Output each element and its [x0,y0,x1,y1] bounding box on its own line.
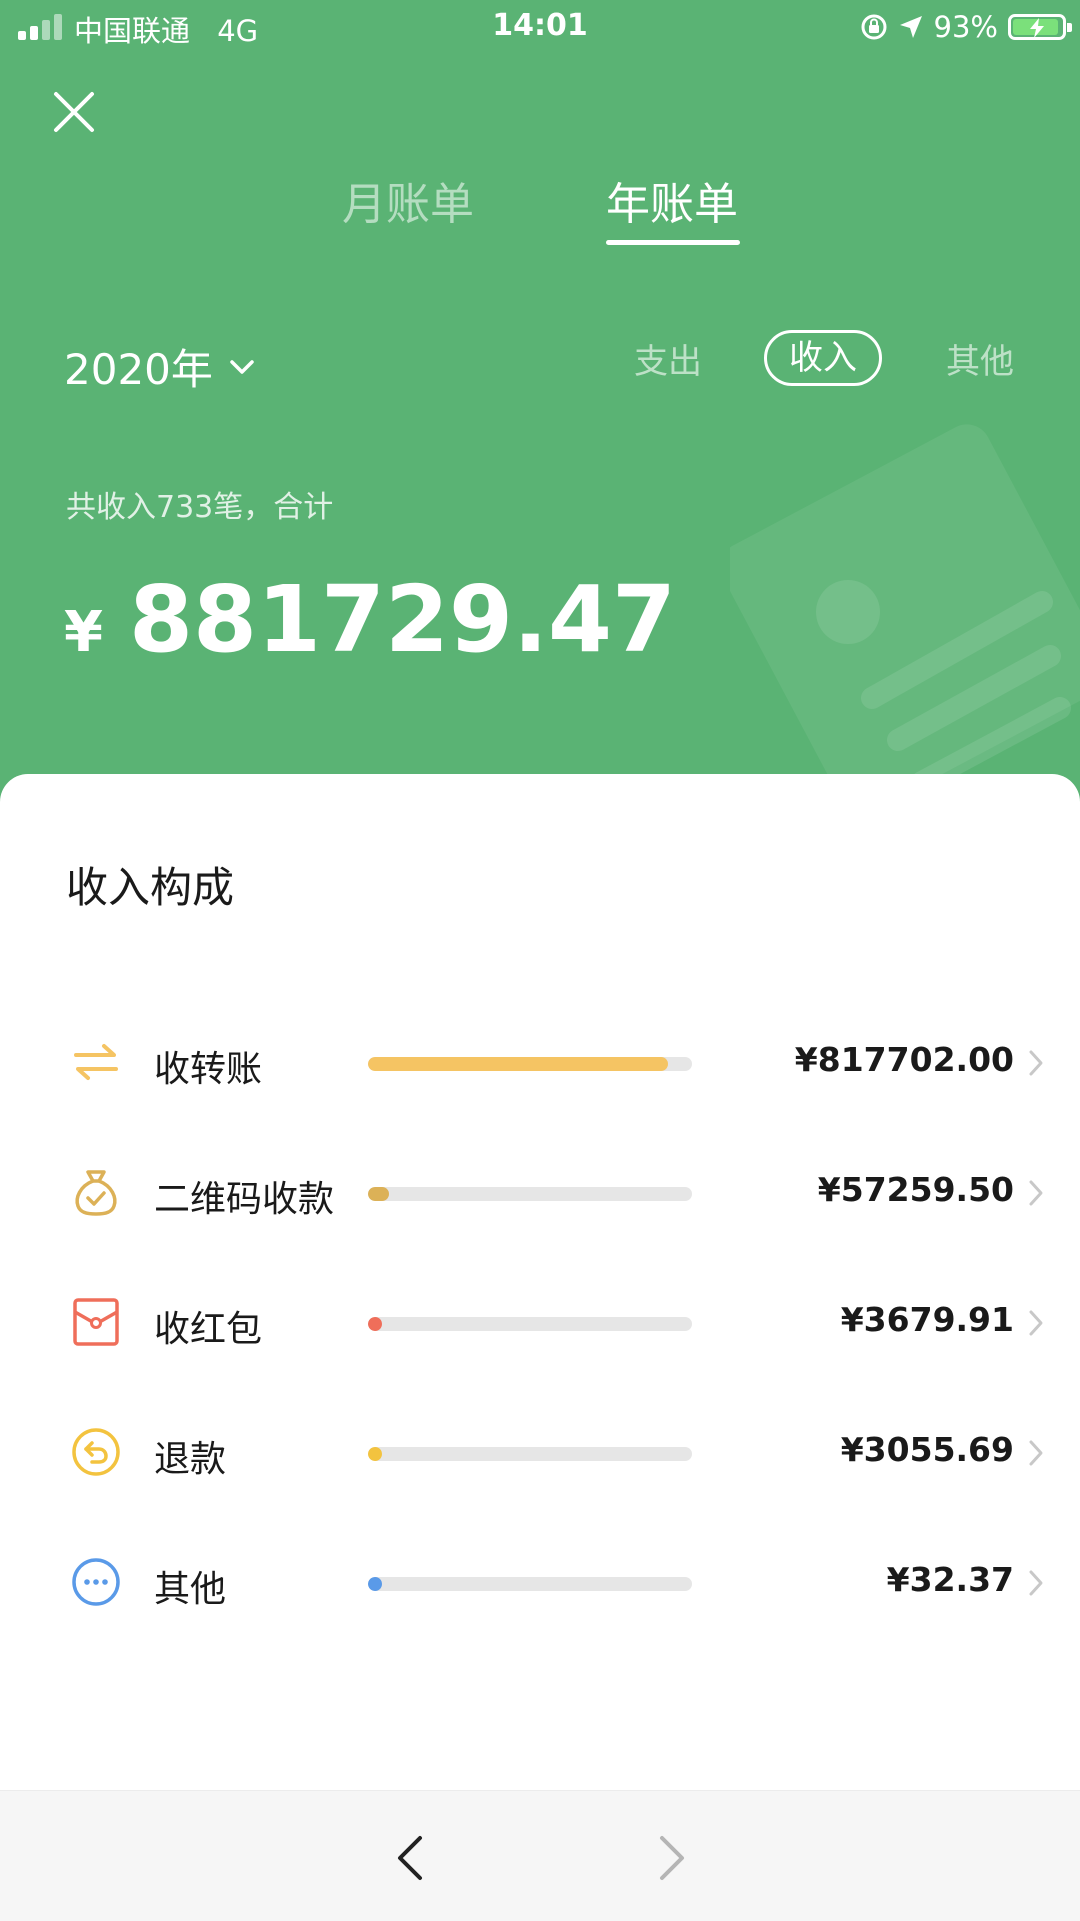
tab-yearly-bill[interactable]: 年账单 [606,168,738,232]
progress-bar [368,1317,382,1331]
progress-track [368,1577,692,1591]
total-amount: 881729.47 [128,566,677,673]
chevron-left-icon[interactable] [392,1833,428,1883]
active-tab-indicator [606,240,740,245]
breakdown-row-red-packet[interactable]: 收红包 ¥3679.91 [0,1282,1080,1362]
chevron-down-icon [230,359,254,374]
chevron-right-icon [1029,1180,1043,1206]
filter-other[interactable]: 其他 [946,334,1014,383]
row-label: 二维码收款 [154,1179,335,1220]
more-icon [72,1558,120,1606]
progress-track [368,1057,692,1071]
breakdown-row-qrcode[interactable]: 二维码收款 ¥57259.50 [0,1152,1080,1232]
row-amount: ¥32.37 [886,1560,1014,1599]
bottom-navigation [0,1790,1080,1921]
income-total: ¥ 881729.47 [64,566,676,673]
currency-symbol: ¥ [64,600,103,665]
row-label: 退款 [154,1439,227,1480]
close-icon[interactable] [50,88,98,136]
red-envelope-icon [73,1298,119,1346]
breakdown-row-refund[interactable]: 退款 ¥3055.69 [0,1412,1080,1492]
row-amount: ¥3679.91 [840,1300,1014,1339]
row-amount: ¥3055.69 [840,1430,1014,1469]
money-bag-icon [75,1170,117,1216]
breakdown-title: 收入构成 [66,863,235,912]
row-label: 收红包 [154,1309,263,1350]
row-amount: ¥57259.50 [817,1170,1014,1209]
filter-income[interactable]: 收入 [764,330,882,386]
progress-track [368,1447,692,1461]
refund-icon [72,1428,120,1476]
progress-bar [368,1447,382,1461]
filter-expense[interactable]: 支出 [634,334,702,383]
status-right-group: 93% [860,8,1072,46]
year-selector[interactable]: 2020年 [64,336,255,397]
chevron-right-icon [1029,1050,1043,1076]
battery-charging-icon [1008,14,1072,40]
status-bar: 中国联通 4G 14:01 93% [0,0,1080,54]
chevron-right-icon [1029,1440,1043,1466]
row-label: 其他 [154,1569,227,1610]
bill-illustration-icon [730,424,1080,790]
year-label: 2020年 [64,345,213,394]
breakdown-row-transfer[interactable]: 收转账 ¥817702.00 [0,1022,1080,1102]
progress-bar [368,1577,382,1591]
battery-percent: 93% [933,10,998,44]
chevron-right-icon [1029,1570,1043,1596]
row-amount: ¥817702.00 [794,1040,1014,1079]
bill-tabs: 月账单 年账单 [0,168,1080,248]
breakdown-row-other[interactable]: 其他 ¥32.37 [0,1542,1080,1622]
transfer-icon [74,1044,118,1080]
progress-bar [368,1057,668,1071]
income-breakdown-card: 收入构成 收转账 ¥817702.00 二维码收款 ¥57259.50 收红包 [0,774,1080,1790]
tab-monthly-bill[interactable]: 月账单 [342,168,474,232]
orientation-lock-icon [861,14,887,40]
row-label: 收转账 [154,1049,263,1090]
income-summary: 共收入733笔，合计 [66,490,334,525]
progress-track [368,1187,692,1201]
chevron-right-icon [1029,1310,1043,1336]
location-icon [899,16,922,38]
progress-track [368,1317,692,1331]
progress-bar [368,1187,389,1201]
chevron-right-icon[interactable] [654,1833,690,1883]
